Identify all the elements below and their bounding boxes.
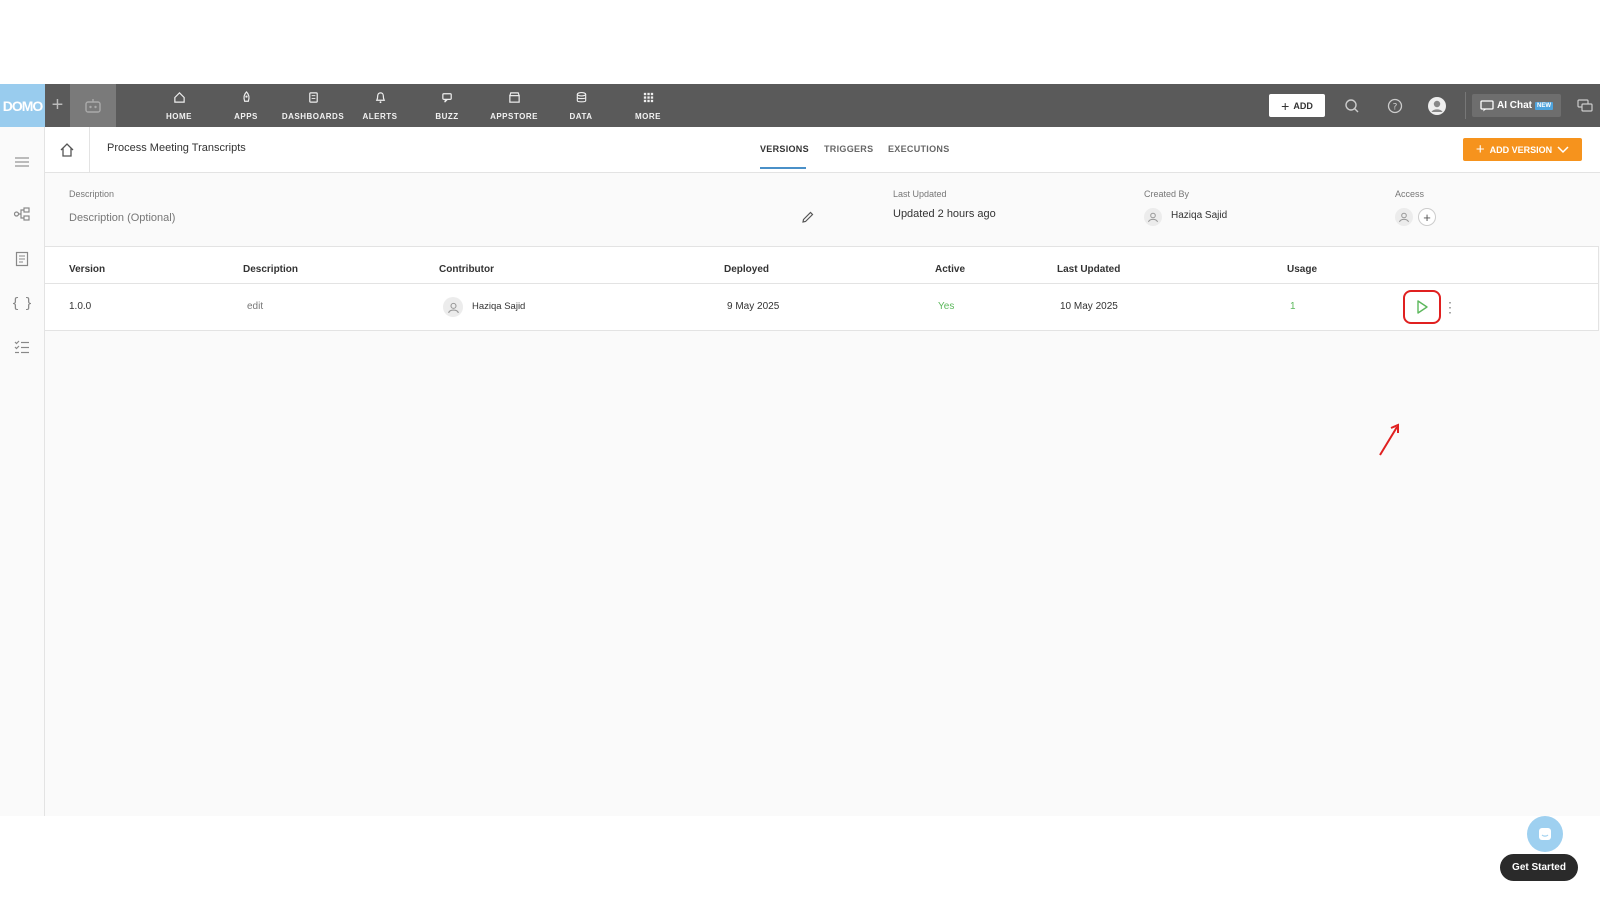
plus-icon[interactable]: +	[45, 84, 70, 127]
svg-text:?: ?	[1393, 103, 1398, 113]
plus-icon: +	[1475, 141, 1485, 158]
menu-icon[interactable]	[12, 152, 32, 172]
last-updated-cell: 10 May 2025	[1060, 301, 1118, 312]
nav-more[interactable]: MORE	[614, 91, 682, 121]
ai-chat-icon	[1480, 99, 1494, 111]
usage-cell: 1	[1290, 301, 1296, 312]
left-sidebar: { }	[0, 127, 45, 816]
workflow-icon[interactable]	[12, 204, 32, 224]
edit-pencil-icon[interactable]	[801, 210, 815, 229]
bell-icon	[375, 92, 385, 104]
grid-icon	[643, 92, 653, 103]
deployed-cell: 9 May 2025	[727, 301, 780, 312]
created-by-label: Created By	[1144, 189, 1190, 199]
tab-triggers[interactable]: TRIGGERS	[824, 144, 873, 154]
nav-apps[interactable]: APPS	[212, 91, 280, 121]
column-header: Deployed	[724, 264, 770, 275]
domo-logo[interactable]: DOMO	[0, 84, 45, 127]
play-icon	[1417, 300, 1428, 314]
chat-icon	[1539, 828, 1551, 840]
column-header: Contributor	[439, 264, 494, 275]
page-header: Process Meeting Transcripts VERSIONS TRI…	[45, 127, 1600, 173]
plus-icon: +	[1281, 97, 1290, 114]
new-badge: NEW	[1535, 101, 1553, 110]
annotation-arrow-icon	[1379, 423, 1399, 456]
checklist-icon[interactable]	[12, 337, 32, 357]
description-cell[interactable]: edit	[247, 301, 263, 312]
active-cell: Yes	[938, 301, 955, 312]
add-access-button[interactable]: +	[1418, 208, 1436, 226]
chat-launcher-button[interactable]	[1527, 816, 1563, 852]
messages-icon[interactable]	[1575, 96, 1595, 116]
created-by-value: Haziqa Sajid	[1171, 210, 1228, 221]
document-icon[interactable]	[12, 249, 32, 269]
svg-text:{ }: { }	[13, 296, 31, 311]
nav-data[interactable]: DATA	[547, 91, 615, 121]
nav-alerts[interactable]: ALERTS	[346, 91, 414, 121]
run-button[interactable]	[1403, 290, 1441, 324]
nav-divider	[1465, 92, 1466, 119]
last-updated-label: Last Updated	[893, 189, 947, 199]
nav-label: APPSTORE	[490, 112, 538, 121]
chat-icon	[441, 93, 452, 103]
add-version-button[interactable]: + ADD VERSION	[1463, 138, 1582, 161]
nav-dashboards[interactable]: DASHBOARDS	[279, 91, 347, 121]
versions-table: Version Description Contributor Deployed…	[45, 246, 1599, 331]
column-header: Usage	[1287, 264, 1318, 275]
user-avatar-icon[interactable]	[1427, 96, 1447, 116]
rocket-icon	[242, 91, 250, 102]
robot-icon[interactable]	[70, 84, 116, 127]
active-tab-indicator	[760, 167, 806, 169]
add-button[interactable]: + ADD	[1269, 94, 1325, 117]
app-frame: DOMO + HOME APPS DASHBOARDS ALERTS BUZZ …	[0, 84, 1600, 881]
last-updated-value: Updated 2 hours ago	[893, 208, 996, 220]
nav-home[interactable]: HOME	[145, 91, 213, 121]
nav-label: APPS	[234, 112, 258, 121]
tab-executions[interactable]: EXECUTIONS	[888, 144, 950, 154]
column-header: Active	[935, 264, 966, 275]
nav-label: HOME	[166, 112, 192, 121]
nav-label: DATA	[569, 112, 593, 121]
ai-chat-button[interactable]: AI Chat NEW	[1472, 94, 1561, 117]
nav-label: DASHBOARDS	[281, 112, 345, 121]
column-header: Last Updated	[1057, 264, 1121, 275]
access-label: Access	[1395, 189, 1425, 199]
description-field[interactable]: Description (Optional)	[69, 212, 175, 224]
chevron-down-icon	[1557, 145, 1569, 153]
avatar	[1144, 208, 1162, 226]
header-divider	[45, 283, 1598, 284]
column-header: Version	[69, 264, 106, 275]
version-cell: 1.0.0	[69, 301, 92, 312]
store-icon	[508, 92, 520, 103]
nav-label: ALERTS	[362, 112, 398, 121]
top-nav: DOMO + HOME APPS DASHBOARDS ALERTS BUZZ …	[0, 84, 1600, 127]
description-label: Description	[69, 189, 115, 199]
more-options-icon[interactable]: ⋮	[1443, 297, 1457, 317]
help-icon[interactable]: ?	[1385, 96, 1405, 116]
nav-appstore[interactable]: APPSTORE	[480, 91, 548, 121]
nav-label: MORE	[635, 112, 661, 121]
dashboard-icon	[308, 92, 318, 103]
add-version-label: ADD VERSION	[1489, 144, 1553, 155]
nav-buzz[interactable]: BUZZ	[413, 91, 481, 121]
home-icon	[60, 142, 74, 157]
add-label: ADD	[1293, 100, 1313, 111]
home-icon	[173, 92, 185, 103]
database-icon	[576, 92, 586, 103]
code-braces-icon[interactable]: { }	[12, 293, 32, 313]
page-title: Process Meeting Transcripts	[107, 142, 246, 154]
access-avatar	[1395, 208, 1413, 226]
search-icon[interactable]	[1342, 96, 1362, 116]
ai-chat-label: AI Chat	[1497, 100, 1532, 111]
column-header: Description	[243, 264, 299, 275]
tab-versions[interactable]: VERSIONS	[760, 144, 809, 154]
nav-label: BUZZ	[435, 112, 459, 121]
home-button[interactable]	[45, 127, 90, 172]
get-started-button[interactable]: Get Started	[1500, 854, 1578, 881]
contributor-cell: Haziqa Sajid	[472, 301, 526, 312]
contributor-avatar	[443, 297, 463, 317]
